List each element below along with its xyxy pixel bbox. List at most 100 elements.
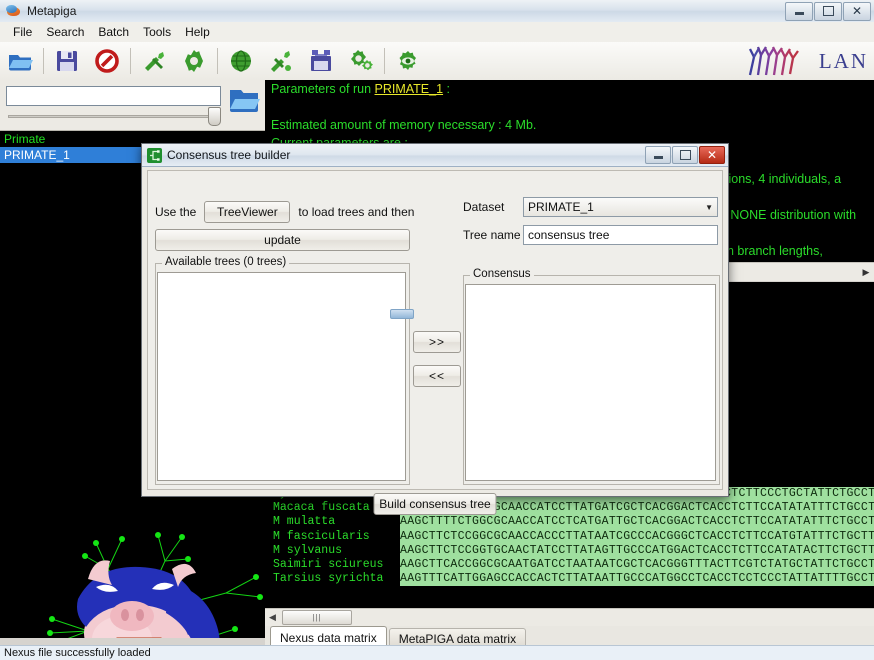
toolbar-open-button[interactable] [0, 43, 40, 79]
search-input[interactable] [6, 86, 221, 106]
metapiga-pig-mascot [30, 521, 265, 638]
save-network-icon [308, 48, 334, 74]
tree-name-row: Tree name consensus tree [463, 225, 718, 245]
sequence-name: Saimiri sciureus [273, 557, 384, 571]
sequence-data: AAGCTTCTCCGGCGCAACCACCCTTATAATCGCCCACGGG… [400, 529, 874, 544]
available-trees-list[interactable] [157, 272, 406, 481]
menu-bar: File Search Batch Tools Help [0, 22, 874, 43]
dataset-label: Dataset [463, 200, 505, 214]
scrollbar-thumb[interactable]: ||| [282, 610, 352, 625]
zoom-slider-thumb[interactable] [208, 107, 221, 126]
maximize-button[interactable] [814, 1, 842, 21]
toolbar-stop-button[interactable] [87, 43, 127, 79]
treeviewer-row: Use the TreeViewer to load trees and the… [155, 201, 414, 223]
dataset-value: PRIMATE_1 [528, 200, 594, 214]
zoom-slider[interactable] [8, 107, 221, 126]
sequence-data: AAGCTTCTCCGGTGCAACTATCCTTATAGTTGCCCATGGA… [400, 543, 874, 558]
tree-name-input[interactable]: consensus tree [523, 225, 718, 245]
tree-name-label: Tree name [463, 228, 521, 242]
gears-icon [348, 48, 374, 74]
toolbar-save-network-button[interactable] [301, 43, 341, 79]
available-trees-group: Available trees (0 trees) [155, 256, 410, 485]
consensus-display-area[interactable] [465, 284, 716, 481]
matrix-horizontal-scrollbar[interactable]: ◀ ||| [265, 608, 874, 626]
eye-icon [395, 48, 421, 74]
move-left-button[interactable]: << [413, 365, 461, 387]
sequence-name: M fascicularis [273, 529, 370, 543]
scroll-left-arrow-icon[interactable]: ◀ [265, 610, 280, 625]
console-line: Parameters of run PRIMATE_1 : [271, 82, 451, 96]
sequence-data: AAGCTTCACCGGCGCAATGATCCTAATAATCGCTCACGGG… [400, 557, 874, 573]
console-line-memory: Estimated amount of memory necessary : 4… [271, 118, 537, 132]
dialog-close-button[interactable]: ✕ [699, 146, 725, 164]
toolbar-network-tools-button[interactable] [261, 43, 301, 79]
dialog-window-controls: ✕ [645, 146, 728, 164]
build-consensus-tree-button[interactable]: Build consensus tree [373, 493, 497, 515]
consensus-label: Consensus [470, 268, 534, 280]
dialog-body: Use the TreeViewer to load trees and the… [142, 166, 728, 515]
menu-help[interactable]: Help [178, 23, 217, 41]
to-load-trees-label: to load trees and then [298, 205, 415, 219]
network-tools-icon [268, 48, 294, 74]
lan-logo: LAN [744, 45, 868, 77]
application-window: Metapiga ✕ File Search Batch Tools Help [0, 0, 874, 660]
window-title: Metapiga [27, 4, 77, 18]
sequence-data: AAGTTTCATTGGAGCCACCACTCTTATAATTGCCCATGGC… [400, 572, 874, 587]
consensus-group: Consensus [463, 268, 720, 485]
status-text: Nexus file successfully loaded [4, 647, 151, 659]
open-folder-button[interactable] [228, 85, 260, 115]
sequence-row: M sylvanus AAGCTTCTCCGGTGCAACTATCCTTATAG… [265, 543, 874, 558]
treeviewer-button[interactable]: TreeViewer [204, 201, 291, 223]
close-button[interactable]: ✕ [843, 1, 871, 21]
minimize-button[interactable] [785, 1, 813, 21]
lan-logo-text: LAN [818, 48, 868, 73]
status-bar: Nexus file successfully loaded [0, 645, 874, 660]
sequence-row: M fascicularis AAGCTTCTCCGGCGCAACCACCCTT… [265, 529, 874, 544]
sequence-data: AAGCTTTTCTGGCGCAACCATCCTCATGATTGCTCACGGA… [400, 515, 874, 530]
settings-gear-icon [181, 48, 207, 74]
toolbar-globe-button[interactable] [221, 43, 261, 79]
sequence-name: Tarsius syrichta [273, 572, 384, 586]
available-trees-label: Available trees (0 trees) [162, 256, 290, 268]
menu-batch[interactable]: Batch [91, 23, 136, 41]
dialog-right-column: Dataset PRIMATE_1 ▼ Tree name consensus … [463, 197, 718, 253]
toolbar-save-button[interactable] [47, 43, 87, 79]
scroll-right-arrow-icon[interactable]: ▶ [858, 264, 874, 280]
menu-tools[interactable]: Tools [136, 23, 178, 41]
toolbar-settings-button[interactable] [174, 43, 214, 79]
chevron-down-icon: ▼ [705, 202, 713, 212]
lan-logo-mark [744, 45, 816, 77]
open-folder-icon [7, 48, 33, 74]
use-the-label: Use the [155, 205, 197, 219]
sequence-row: Macaca fuscata AAGCTTTTCCGGCGCAACCATCCTT… [265, 501, 874, 516]
toolbar-tools-button[interactable] [134, 43, 174, 79]
save-floppy-icon [54, 48, 80, 74]
sequence-name: M sylvanus [273, 543, 343, 557]
left-panel-controls [0, 80, 265, 131]
window-titlebar: Metapiga ✕ [0, 0, 874, 23]
sequence-row: Tarsius syrichta AAGTTTCATTGGAGCCACCACTC… [265, 572, 874, 587]
tools-wrench-icon [141, 48, 167, 74]
available-trees-scroll-thumb[interactable] [390, 309, 414, 319]
dialog-content: Use the TreeViewer to load trees and the… [147, 170, 723, 515]
dialog-title: Consensus tree builder [167, 148, 291, 162]
move-right-button[interactable]: >> [413, 331, 461, 353]
metapiga-app-icon [6, 3, 22, 19]
consensus-tree-icon [147, 147, 162, 163]
sequence-row: M mulatta AAGCTTTTCTGGCGCAACCATCCTCATGAT… [265, 515, 874, 530]
menu-search[interactable]: Search [39, 23, 91, 41]
dialog-minimize-button[interactable] [645, 146, 671, 164]
consensus-tree-builder-dialog: Consensus tree builder ✕ Use the TreeVie… [141, 143, 729, 515]
dataset-dropdown[interactable]: PRIMATE_1 ▼ [523, 197, 718, 217]
dialog-titlebar: Consensus tree builder ✕ [142, 144, 728, 167]
globe-icon [228, 48, 254, 74]
menu-file[interactable]: File [6, 23, 39, 41]
sequence-name: M mulatta [273, 515, 336, 529]
main-toolbar: LAN [0, 42, 874, 81]
toolbar-view-button[interactable] [388, 43, 428, 79]
toolbar-gears-button[interactable] [341, 43, 381, 79]
dialog-maximize-button[interactable] [672, 146, 698, 164]
sequence-row: Saimiri sciureus AAGCTTCACCGGCGCAATGATCC… [265, 557, 874, 573]
update-button[interactable]: update [155, 229, 410, 251]
